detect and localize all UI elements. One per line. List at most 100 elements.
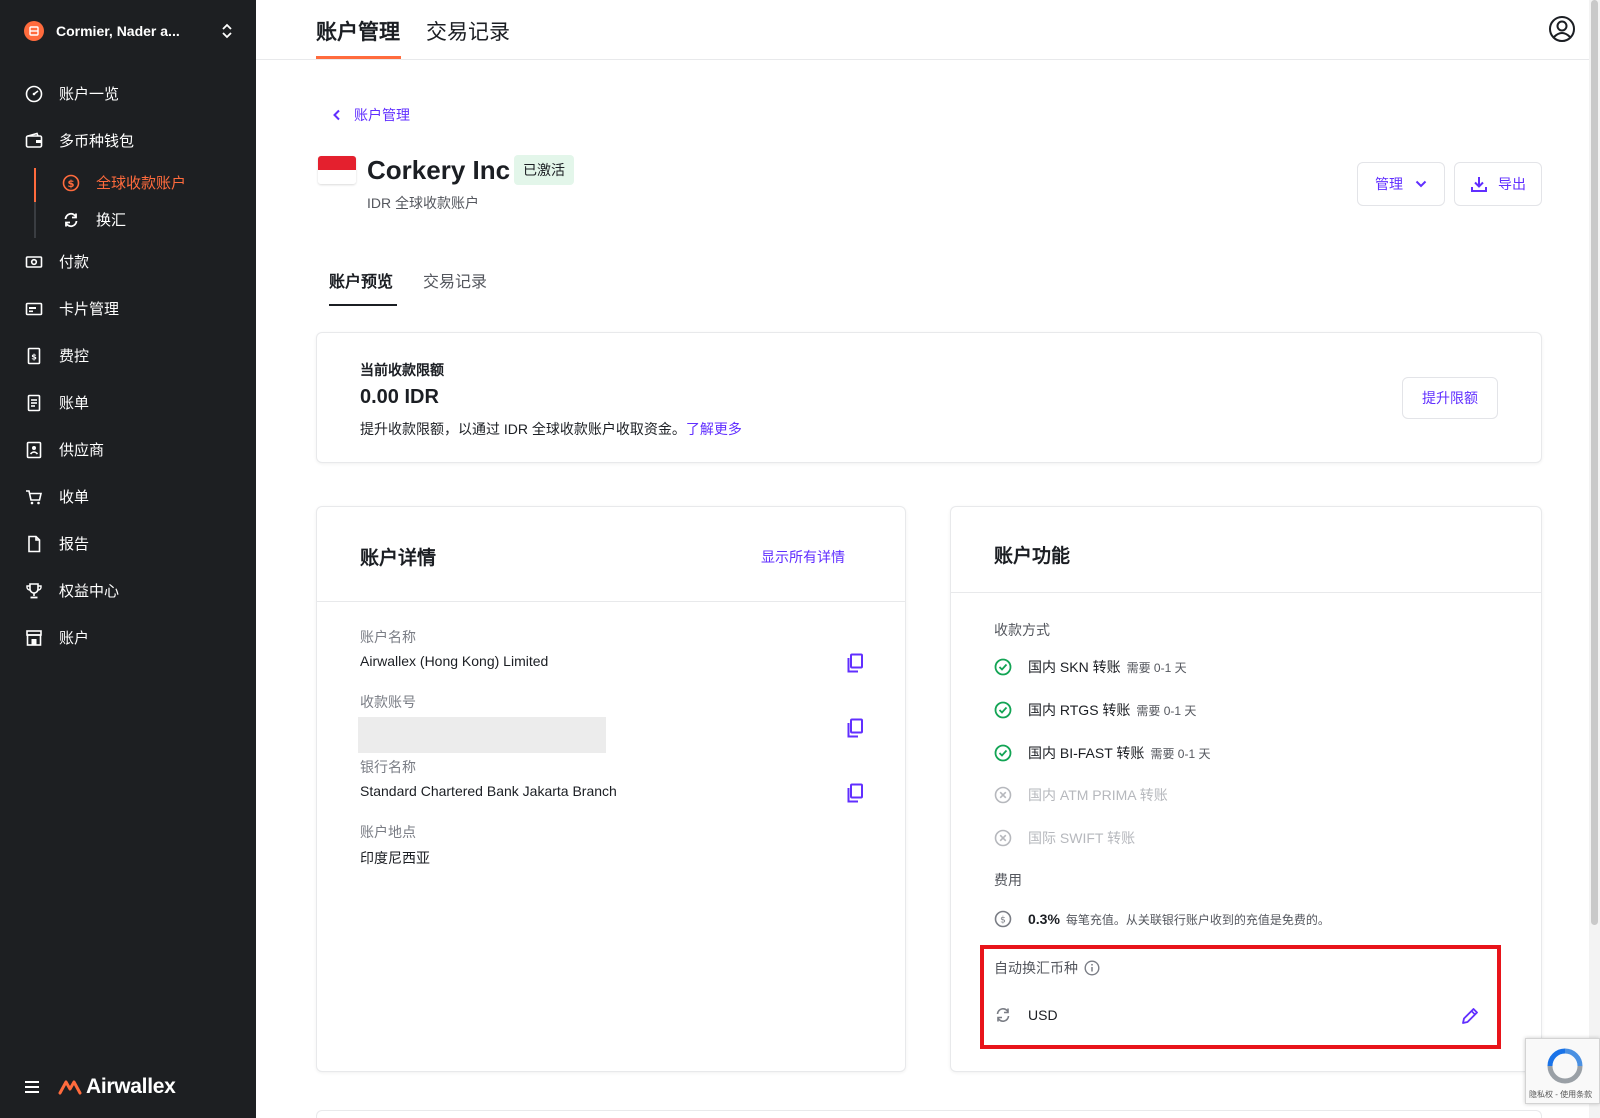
sidebar-item-acquiring[interactable]: 收单	[0, 473, 256, 520]
active-subtab-indicator	[329, 304, 397, 306]
sidebar-item-label: 换汇	[96, 212, 127, 229]
download-icon	[1471, 177, 1487, 192]
field-label-account-location: 账户地点	[360, 824, 416, 840]
org-logo-icon	[24, 21, 44, 41]
limit-description-text: 提升收款限额，以通过 IDR 全球收款账户收取资金。	[360, 421, 686, 437]
sidebar-item-global-account[interactable]: $ 全球收款账户	[34, 164, 256, 201]
show-all-details-link[interactable]: 显示所有详情	[761, 547, 845, 567]
fee-label: 费用	[994, 872, 1022, 888]
payment-methods-label: 收款方式	[994, 622, 1050, 638]
check-circle-icon	[994, 658, 1012, 676]
method-note: 需要 0-1 天	[1126, 660, 1187, 675]
menu-icon[interactable]	[24, 1080, 40, 1094]
fee-note: 每笔充值。从关联银行账户收到的充值是免费的。	[1065, 912, 1330, 927]
field-label-account-name: 账户名称	[360, 629, 416, 645]
recaptcha-badge[interactable]: 隐私权 - 使用条款	[1525, 1038, 1600, 1104]
scrollbar-thumb[interactable]	[1591, 0, 1598, 925]
vendor-icon	[24, 440, 44, 460]
next-card-edge	[316, 1110, 1542, 1118]
method-name: 国内 BI-FAST 转账	[1028, 745, 1145, 761]
highlight-box	[980, 945, 1501, 1049]
sidebar-item-bills[interactable]: 账单	[0, 379, 256, 426]
airwallex-logo-icon	[58, 1080, 82, 1095]
sidebar-item-cards[interactable]: 卡片管理	[0, 285, 256, 332]
method-name: 国内 RTGS 转账	[1028, 702, 1131, 718]
account-subtitle: IDR 全球收款账户	[367, 195, 479, 211]
sidebar-item-label: 收单	[59, 489, 90, 506]
fee-row: $ 0.3% 每笔充值。从关联银行账户收到的充值是免费的。	[994, 910, 1330, 928]
method-note: 需要 0-1 天	[1136, 703, 1197, 718]
tab-account-management[interactable]: 账户管理	[316, 16, 400, 46]
sidebar-item-wallet[interactable]: 多币种钱包	[0, 117, 256, 164]
method-row: 国内 SKN 转账 需要 0-1 天	[994, 657, 1187, 677]
limit-value: 0.00 IDR	[360, 386, 439, 408]
brand-logo: Airwallex	[58, 1075, 176, 1099]
account-title: Corkery Inc	[367, 155, 511, 185]
card-icon	[24, 299, 44, 319]
brand-name: Airwallex	[86, 1075, 176, 1098]
limit-label: 当前收款限额	[360, 362, 444, 378]
x-circle-icon	[994, 786, 1012, 804]
sidebar-item-payments[interactable]: 付款	[0, 238, 256, 285]
manage-button[interactable]: 管理	[1357, 162, 1445, 206]
tab-transactions[interactable]: 交易记录	[426, 16, 510, 46]
chevron-left-icon	[333, 109, 340, 121]
wallet-icon	[24, 131, 44, 151]
recaptcha-text: 隐私权 - 使用条款	[1529, 1090, 1593, 1099]
sidebar-item-vendors[interactable]: 供应商	[0, 426, 256, 473]
svg-text:$: $	[31, 352, 37, 361]
check-circle-icon	[994, 744, 1012, 762]
recaptcha-icon	[1547, 1048, 1583, 1084]
cart-icon	[24, 487, 44, 507]
sidebar-item-rewards[interactable]: 权益中心	[0, 567, 256, 614]
status-badge: 已激活	[514, 155, 574, 185]
learn-more-link[interactable]: 了解更多	[686, 421, 742, 437]
sidebar-item-expense[interactable]: $ 费控	[0, 332, 256, 379]
sidebar-item-overview[interactable]: 账户一览	[0, 70, 256, 117]
account-details-title: 账户详情	[360, 548, 437, 569]
method-name: 国际 SWIFT 转账	[1028, 830, 1136, 846]
card-header: 账户功能	[951, 507, 1541, 593]
account-details-card: 账户详情 显示所有详情 账户名称 Airwallex (Hong Kong) L…	[316, 506, 906, 1072]
method-row-disabled: 国内 ATM PRIMA 转账	[994, 785, 1168, 805]
tab-account-overview[interactable]: 账户预览	[329, 268, 393, 292]
user-profile-icon[interactable]	[1548, 15, 1576, 43]
org-name: Cormier, Nader a...	[56, 23, 180, 39]
active-tab-indicator	[316, 56, 401, 59]
sidebar-item-label: 账户	[59, 630, 90, 647]
copy-icon[interactable]	[846, 653, 864, 673]
export-button-label: 导出	[1498, 176, 1526, 192]
exchange-icon	[62, 211, 80, 229]
export-button[interactable]: 导出	[1454, 162, 1542, 206]
sidebar-item-account[interactable]: 账户	[0, 614, 256, 661]
tab-account-transactions[interactable]: 交易记录	[423, 268, 487, 292]
dashboard-icon	[24, 84, 44, 104]
subnav-active-indicator	[34, 168, 36, 202]
sidebar-item-label: 全球收款账户	[96, 175, 187, 192]
field-value-account-name: Airwallex (Hong Kong) Limited	[360, 653, 549, 669]
back-link[interactable]: 账户管理	[332, 105, 410, 125]
account-features-title: 账户功能	[994, 546, 1071, 567]
sidebar-item-reports[interactable]: 报告	[0, 520, 256, 567]
dollar-circle-icon: $	[994, 910, 1012, 928]
method-name: 国内 ATM PRIMA 转账	[1028, 787, 1168, 803]
method-row: 国内 BI-FAST 转账 需要 0-1 天	[994, 743, 1210, 763]
sidebar-item-exchange[interactable]: 换汇	[34, 201, 256, 238]
field-value-bank-name: Standard Chartered Bank Jakarta Branch	[360, 783, 617, 799]
chevron-updown-icon[interactable]	[220, 22, 234, 40]
collection-limit-card: 当前收款限额 0.00 IDR 提升收款限额，以通过 IDR 全球收款账户收取资…	[316, 332, 1542, 463]
raise-limit-button[interactable]: 提升限额	[1402, 377, 1498, 419]
trophy-icon	[24, 581, 44, 601]
org-switcher[interactable]: Cormier, Nader a...	[24, 18, 234, 44]
svg-text:$: $	[1000, 916, 1006, 926]
fee-percent: 0.3%	[1028, 911, 1060, 927]
check-circle-icon	[994, 701, 1012, 719]
copy-icon[interactable]	[846, 783, 864, 803]
field-value-account-location: 印度尼西亚	[360, 850, 430, 866]
method-note: 需要 0-1 天	[1150, 746, 1211, 761]
field-label-bank-name: 银行名称	[360, 759, 416, 775]
svg-text:$: $	[68, 179, 75, 190]
copy-icon[interactable]	[846, 718, 864, 738]
sidebar-item-label: 卡片管理	[59, 301, 120, 318]
payment-icon	[24, 252, 44, 272]
